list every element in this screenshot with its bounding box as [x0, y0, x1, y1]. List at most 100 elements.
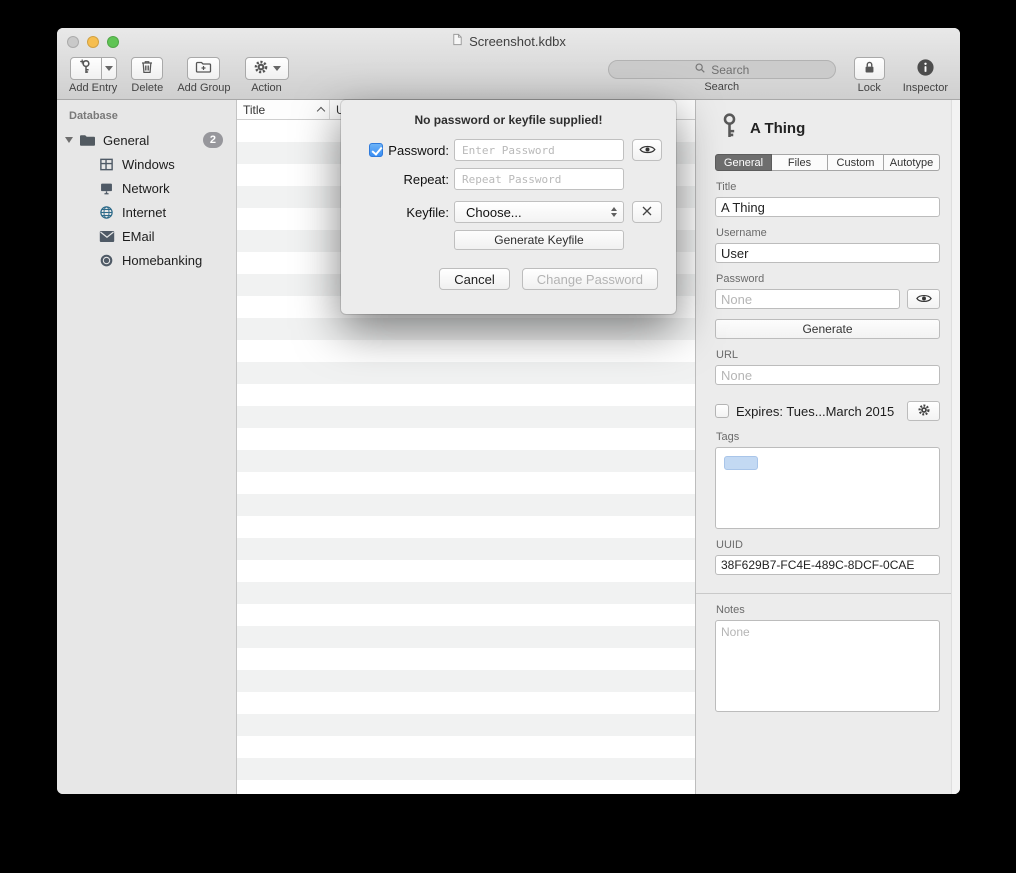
add-entry-label: Add Entry	[69, 82, 117, 94]
lock-button[interactable]	[854, 57, 885, 80]
expires-checkbox[interactable]	[715, 404, 729, 418]
notes-field[interactable]	[715, 620, 940, 712]
tags-field-label: Tags	[716, 431, 940, 443]
notes-field-label: Notes	[716, 604, 940, 616]
lock-toolbar-item: Lock	[854, 57, 885, 94]
title-field[interactable]	[715, 197, 940, 217]
minimize-button[interactable]	[87, 36, 99, 48]
reveal-password-button[interactable]	[907, 289, 940, 309]
entry-title: A Thing	[750, 120, 805, 137]
dialog-message: No password or keyfile supplied!	[341, 113, 676, 127]
tab-general[interactable]: General	[715, 154, 772, 171]
dialog-password-label: Password:	[388, 143, 449, 158]
gear-icon	[917, 403, 931, 420]
envelope-icon	[98, 228, 115, 245]
add-group-label: Add Group	[177, 82, 230, 94]
add-entry-dropdown-button[interactable]	[101, 57, 117, 80]
tags-field[interactable]	[715, 447, 940, 529]
inspector-toggle-button[interactable]	[916, 58, 935, 80]
sidebar-item-label: Windows	[122, 157, 175, 172]
generate-password-button[interactable]: Generate	[715, 319, 940, 339]
inspector-scrollbar[interactable]	[951, 100, 960, 794]
dialog-repeat-label: Repeat:	[403, 172, 449, 187]
inspector-tabs: General Files Custom Autotype	[715, 154, 940, 171]
action-label: Action	[251, 82, 282, 94]
search-input[interactable]: Search	[608, 60, 836, 79]
title-field-label: Title	[716, 181, 940, 193]
window-chrome: Screenshot.kdbx Add	[57, 28, 960, 100]
trash-icon	[139, 59, 155, 78]
dialog-password-input[interactable]	[454, 139, 624, 161]
search-icon	[694, 62, 706, 77]
sidebar-item-network[interactable]: Network	[57, 176, 236, 200]
password-field-label: Password	[716, 273, 940, 285]
delete-button[interactable]	[131, 57, 163, 80]
sidebar-item-windows[interactable]: Windows	[57, 152, 236, 176]
sidebar-item-general[interactable]: General 2	[57, 128, 236, 152]
delete-label: Delete	[131, 82, 163, 94]
sidebar-item-label: EMail	[122, 229, 155, 244]
add-entry-button[interactable]	[70, 57, 102, 80]
close-button[interactable]	[67, 36, 79, 48]
entry-count-badge: 2	[203, 132, 223, 148]
generate-keyfile-button[interactable]: Generate Keyfile	[454, 230, 624, 250]
sidebar-section-header: Database	[57, 108, 236, 128]
info-circle-icon	[916, 65, 935, 80]
action-toolbar-item: Action	[245, 57, 289, 94]
uuid-field[interactable]	[715, 555, 940, 575]
column-title-label: Title	[243, 103, 265, 117]
disclosure-triangle-icon[interactable]	[65, 137, 73, 143]
tab-autotype[interactable]: Autotype	[884, 154, 940, 171]
url-field[interactable]	[715, 365, 940, 385]
lock-label: Lock	[858, 82, 881, 94]
titlebar: Screenshot.kdbx	[57, 28, 960, 55]
uuid-field-label: UUID	[716, 539, 940, 551]
tag-chip[interactable]	[724, 456, 758, 470]
document-icon	[451, 33, 464, 51]
close-x-icon	[641, 205, 653, 220]
globe-icon	[98, 204, 115, 221]
expires-options-button[interactable]	[907, 401, 940, 421]
username-field[interactable]	[715, 243, 940, 263]
add-group-toolbar-item: Add Group	[177, 57, 230, 94]
eye-icon	[639, 143, 656, 158]
change-password-button: Change Password	[522, 268, 658, 290]
monitor-icon	[98, 180, 115, 197]
sidebar-item-label: General	[103, 133, 149, 148]
password-field[interactable]	[715, 289, 900, 309]
window-title: Screenshot.kdbx	[469, 34, 566, 49]
add-group-button[interactable]	[187, 57, 220, 80]
keyfile-popup-value: Choose...	[466, 205, 522, 220]
popup-stepper-icon	[611, 207, 617, 217]
cancel-button[interactable]: Cancel	[439, 268, 509, 290]
dialog-keyfile-label: Keyfile:	[406, 205, 449, 220]
sidebar-item-internet[interactable]: Internet	[57, 200, 236, 224]
dialog-reveal-password-button[interactable]	[632, 139, 662, 161]
delete-toolbar-item: Delete	[131, 57, 163, 94]
action-button[interactable]	[245, 57, 289, 80]
password-enabled-checkbox[interactable]	[369, 143, 383, 157]
zoom-button[interactable]	[107, 36, 119, 48]
chevron-down-icon	[273, 66, 281, 71]
gear-icon	[253, 59, 269, 78]
inspector-label: Inspector	[903, 82, 948, 94]
inspector-divider	[696, 593, 960, 594]
clear-keyfile-button[interactable]	[632, 201, 662, 223]
sidebar-item-email[interactable]: EMail	[57, 224, 236, 248]
column-header-title[interactable]: Title	[237, 100, 330, 119]
sidebar-item-homebanking[interactable]: Homebanking	[57, 248, 236, 272]
key-plus-icon	[78, 59, 94, 78]
search-label: Search	[704, 81, 739, 93]
url-field-label: URL	[716, 349, 940, 361]
inspector-panel: A Thing General Files Custom Autotype Ti…	[695, 100, 960, 794]
search-toolbar-item: Search Search	[608, 57, 836, 93]
tab-custom[interactable]: Custom	[828, 154, 884, 171]
chevron-down-icon	[105, 66, 113, 71]
tab-files[interactable]: Files	[772, 154, 828, 171]
dialog-repeat-input[interactable]	[454, 168, 624, 190]
keyfile-popup-button[interactable]: Choose...	[454, 201, 624, 223]
expires-label: Expires: Tues...March 2015	[736, 404, 894, 419]
inspector-toolbar-item: Inspector	[903, 57, 948, 94]
eye-icon	[916, 292, 932, 307]
sidebar-item-label: Homebanking	[122, 253, 202, 268]
